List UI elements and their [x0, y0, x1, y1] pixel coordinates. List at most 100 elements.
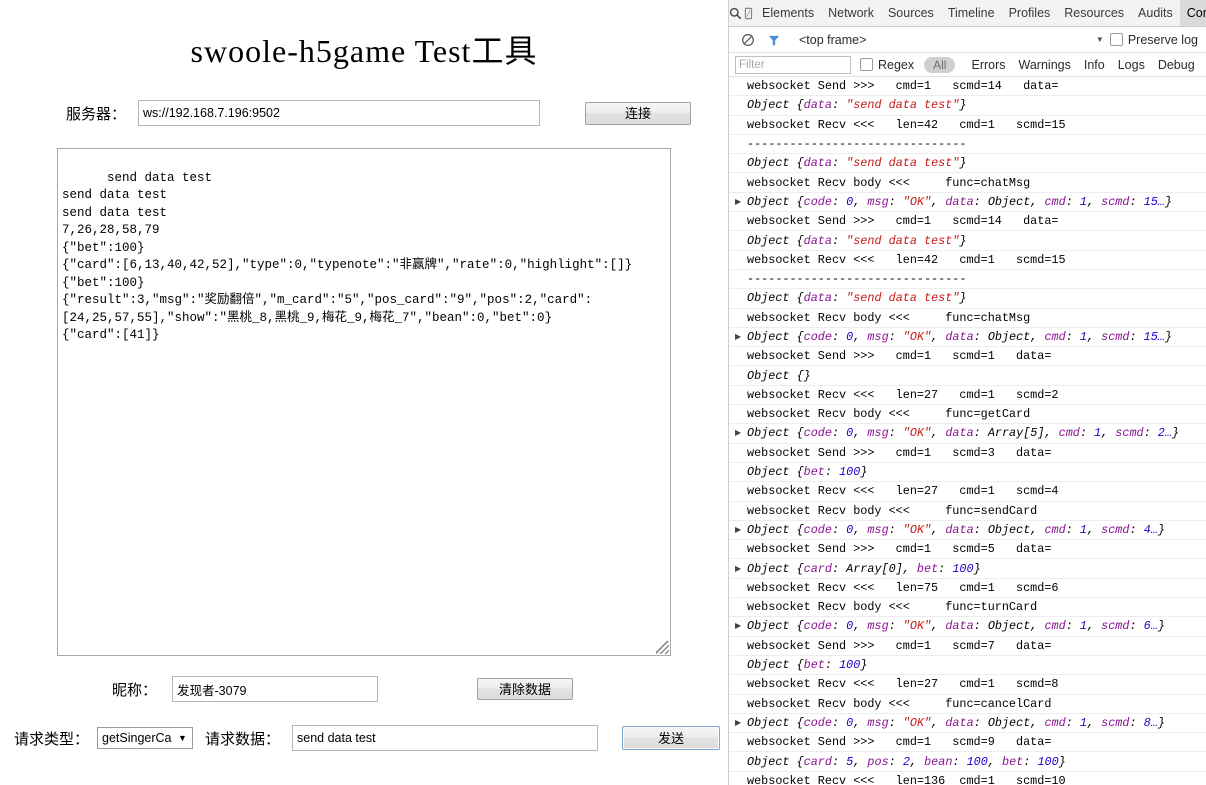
tab-console[interactable]: Console	[1179, 0, 1206, 26]
level-filter-debug[interactable]: Debug	[1158, 58, 1195, 72]
console-token: pos	[867, 754, 889, 769]
expand-arrow-icon[interactable]: ▶	[735, 332, 741, 342]
preserve-log-toggle[interactable]: Preserve log	[1109, 33, 1198, 47]
console-token: :	[831, 194, 847, 209]
request-type-select-box[interactable]: getSingerCa ▼	[97, 727, 194, 749]
console-token: :	[938, 561, 953, 576]
expand-arrow-icon[interactable]: ▶	[735, 525, 741, 535]
level-filter-all[interactable]: All	[924, 56, 956, 73]
console-token: : Object,	[973, 619, 1045, 634]
console-message-list[interactable]: websocket Send >>> cmd=1 scmd=14 data= Ob…	[729, 77, 1206, 785]
frame-selector[interactable]: <top frame>	[799, 33, 866, 47]
console-token: :	[1065, 619, 1080, 634]
console-token: 1	[1079, 194, 1087, 209]
console-token: }	[959, 156, 967, 171]
server-label: 服务器：	[66, 105, 127, 123]
console-log-row: websocket Recv <<< len=27 cmd=1 scmd=8	[729, 675, 1206, 695]
tab-profiles[interactable]: Profiles	[1002, 0, 1058, 26]
console-token: scmd	[1101, 522, 1130, 537]
console-token: code	[803, 330, 832, 344]
console-token: : Object,	[973, 522, 1045, 537]
console-object-row: Object {data: "send data test"}	[729, 96, 1206, 116]
clear-console-icon[interactable]	[735, 33, 761, 47]
tab-timeline[interactable]: Timeline	[941, 0, 1002, 26]
console-object-row: Object {data: "send data test"}	[729, 231, 1206, 251]
console-token: data	[945, 522, 974, 537]
nickname-input[interactable]	[172, 676, 379, 702]
console-token: code	[803, 619, 832, 634]
expand-arrow-icon[interactable]: ▶	[735, 718, 741, 728]
console-token: 6…	[1143, 619, 1158, 634]
clear-data-button[interactable]: 清除数据	[477, 678, 574, 700]
tab-elements[interactable]: Elements	[755, 0, 821, 26]
console-token: ,	[853, 330, 868, 344]
console-token: "OK"	[902, 522, 932, 537]
console-row-text: -------------------------------	[747, 272, 967, 287]
tab-network[interactable]: Network	[821, 0, 881, 26]
tab-sources[interactable]: Sources	[881, 0, 941, 26]
tab-audits[interactable]: Audits	[1131, 0, 1180, 26]
console-object-row[interactable]: ▶ Object {code: 0, msg: "OK", data: Objec…	[729, 521, 1206, 541]
console-row-text: websocket Recv <<< len=42 cmd=1 scmd=15	[747, 252, 1066, 267]
filter-funnel-icon[interactable]	[761, 33, 787, 47]
console-object-row[interactable]: ▶ Object {card: Array[0], bet: 100}	[729, 559, 1206, 579]
console-filter-input[interactable]	[735, 55, 851, 74]
console-token: Object {	[747, 291, 804, 306]
console-token: }	[860, 465, 868, 480]
send-button[interactable]: 发送	[622, 726, 721, 750]
console-token: 100	[1037, 754, 1059, 769]
console-token: ,	[853, 194, 868, 209]
console-token: card	[803, 561, 832, 576]
console-object-row[interactable]: ▶ Object {code: 0, msg: "OK", data: Array…	[729, 424, 1206, 444]
console-log-row: websocket Recv body <<< func=sendCard	[729, 502, 1206, 521]
console-token: data	[803, 156, 832, 171]
console-token: :	[1065, 715, 1080, 730]
textarea-resize-handle[interactable]	[656, 641, 669, 654]
log-output-textarea[interactable]: send data test send data test send data …	[57, 148, 671, 656]
preserve-log-checkbox[interactable]	[1109, 33, 1123, 46]
level-filter-logs[interactable]: Logs	[1118, 58, 1145, 72]
level-filter-warnings[interactable]: Warnings	[1019, 58, 1071, 72]
console-token: Object {	[747, 619, 804, 634]
expand-arrow-icon[interactable]: ▶	[735, 197, 741, 207]
server-input[interactable]	[138, 100, 541, 126]
console-object-row[interactable]: ▶ Object {code: 0, msg: "OK", data: Objec…	[729, 328, 1206, 348]
console-token: data	[803, 291, 832, 306]
request-type-select[interactable]: getSingerCa ▼	[97, 727, 194, 749]
console-token: :	[1065, 522, 1080, 537]
console-row-text: websocket Recv body <<< func=sendCard	[747, 503, 1038, 518]
console-object-row[interactable]: ▶ Object {code: 0, msg: "OK", data: Objec…	[729, 714, 1206, 734]
tab-resources[interactable]: Resources	[1057, 0, 1131, 26]
console-object-row[interactable]: ▶ Object {code: 0, msg: "OK", data: Objec…	[729, 193, 1206, 213]
expand-arrow-icon[interactable]: ▶	[735, 428, 741, 438]
console-token: :	[1065, 194, 1080, 209]
expand-arrow-icon[interactable]: ▶	[735, 564, 741, 574]
connect-button[interactable]: 连接	[585, 101, 692, 125]
level-filter-info[interactable]: Info	[1084, 58, 1105, 72]
request-data-input[interactable]	[292, 725, 599, 751]
chevron-down-icon[interactable]: ▼	[1096, 35, 1104, 44]
console-token: 0	[846, 715, 854, 730]
console-token: Object {	[747, 233, 804, 248]
console-log-row: websocket Recv <<< len=136 cmd=1 scmd=10	[729, 772, 1206, 785]
console-token: msg	[867, 194, 889, 209]
console-token: }	[973, 561, 981, 576]
console-token: code	[803, 426, 832, 441]
search-icon[interactable]	[729, 0, 742, 26]
regex-checkbox[interactable]	[860, 58, 873, 71]
device-toolbar-icon[interactable]	[742, 0, 755, 26]
regex-toggle[interactable]: Regex	[860, 58, 914, 72]
console-token: ,	[987, 754, 1003, 769]
console-row-text: websocket Recv body <<< func=getCard	[747, 407, 1031, 422]
console-token: :	[831, 330, 847, 344]
console-log-row: websocket Send >>> cmd=1 scmd=3 data=	[729, 444, 1206, 463]
console-token: cmd	[1044, 522, 1066, 537]
expand-arrow-icon[interactable]: ▶	[735, 621, 741, 631]
console-object-row[interactable]: ▶ Object {code: 0, msg: "OK", data: Objec…	[729, 617, 1206, 637]
console-token: ,	[1101, 426, 1116, 441]
console-token: :	[831, 619, 847, 634]
console-token: :	[1143, 426, 1158, 441]
console-object-row: Object {data: "send data test"}	[729, 289, 1206, 309]
console-row-text: websocket Recv body <<< func=turnCard	[747, 600, 1038, 615]
level-filter-errors[interactable]: Errors	[971, 58, 1005, 72]
